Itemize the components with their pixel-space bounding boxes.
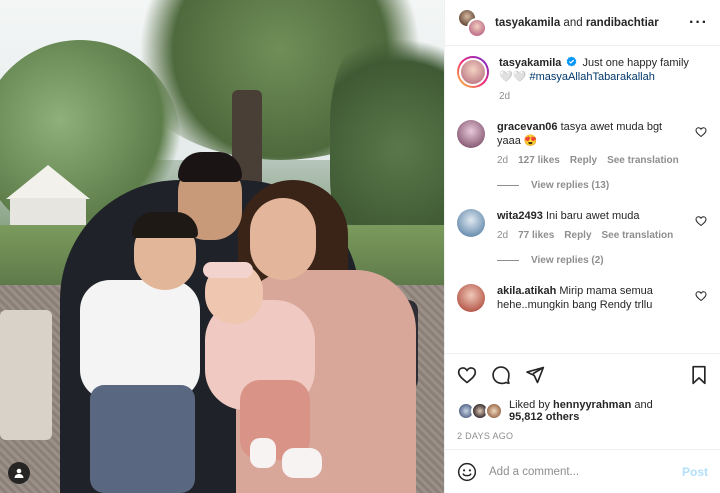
caption-age[interactable]: 2d [499, 90, 510, 104]
add-comment-bar: Post [445, 449, 720, 493]
post-timestamp[interactable]: 2 DAYS AGO [445, 427, 720, 449]
comment: akila.atikah Mirip mama semua hehe..mung… [457, 284, 708, 312]
heart-icon [457, 366, 477, 384]
comment-username[interactable]: wita2493 [497, 210, 543, 222]
verified-badge-icon [567, 56, 577, 67]
comment-likes[interactable]: 77 likes [518, 229, 554, 243]
comment-button[interactable] [491, 365, 511, 385]
send-icon [526, 366, 545, 383]
photo-boy-pants [90, 385, 195, 493]
reply-button[interactable]: Reply [570, 154, 597, 168]
comment-meta: 2d 77 likes Reply See translation [497, 229, 688, 243]
photo-woman-face [250, 198, 316, 280]
photo-boy-shirt [80, 280, 200, 400]
comment-username[interactable]: gracevan06 [497, 121, 558, 133]
comment-input[interactable] [489, 465, 682, 478]
photo-man-hair [178, 152, 242, 182]
comment-text: Ini baru awet muda [545, 210, 640, 222]
author-link[interactable]: tasyakamila [495, 17, 560, 29]
heart-icon[interactable] [694, 290, 708, 302]
view-replies-button[interactable]: View replies (2) [497, 255, 708, 266]
photo-baby-headband [203, 262, 253, 278]
post-side-panel: tasyakamila and randibachtiar ··· tasyak… [444, 0, 720, 493]
comment-body: wita2493 Ini baru awet muda 2d 77 likes … [497, 209, 688, 243]
photo-tent [6, 165, 90, 199]
tagged-users-button[interactable] [8, 462, 30, 484]
comment-likes[interactable]: 127 likes [518, 154, 560, 168]
likes-text: Liked by hennyyrahman and 95,812 others [509, 399, 653, 423]
post-photo[interactable] [0, 0, 444, 493]
post-modal: tasyakamila and randibachtiar ··· tasyak… [0, 0, 720, 493]
comment: wita2493 Ini baru awet muda 2d 77 likes … [457, 209, 708, 243]
emoji-icon [457, 462, 477, 481]
likes-summary: Liked by hennyyrahman and 95,812 others [445, 395, 720, 427]
likes-count[interactable]: 95,812 others [509, 411, 579, 423]
avatar [467, 17, 487, 38]
caption: tasyakamila Just one happy family 🤍🤍 #ma… [457, 56, 708, 104]
heart-icon[interactable] [694, 126, 708, 138]
view-replies-label: View replies (2) [531, 255, 604, 266]
post-authors: tasyakamila and randibachtiar [495, 17, 689, 29]
author-link[interactable]: randibachtiar [586, 17, 659, 29]
photo-cushion-left [0, 310, 52, 440]
avatar[interactable] [457, 120, 485, 148]
see-translation-button[interactable]: See translation [602, 229, 674, 243]
save-button[interactable] [690, 365, 708, 385]
comment: gracevan06 tasya awet muda bgt yaaa 😍 2d… [457, 120, 708, 168]
photo-baby-sock [282, 448, 322, 478]
post-header: tasyakamila and randibachtiar ··· [445, 0, 720, 46]
comments-list: tasyakamila Just one happy family 🤍🤍 #ma… [445, 46, 720, 353]
avatar[interactable] [457, 209, 485, 237]
avatar [485, 402, 503, 420]
post-comment-button[interactable]: Post [682, 465, 708, 479]
caption-meta: 2d [499, 90, 708, 104]
author-conj: and [563, 16, 583, 29]
share-button[interactable] [525, 365, 545, 385]
likes-prefix: Liked by [509, 399, 550, 411]
reply-button[interactable]: Reply [564, 229, 591, 243]
liker-avatars [457, 402, 503, 420]
heart-icon[interactable] [694, 215, 708, 227]
view-replies-button[interactable]: View replies (13) [497, 180, 708, 191]
view-replies-label: View replies (13) [531, 180, 610, 191]
avatar[interactable] [457, 284, 485, 312]
photo-baby-sock [250, 438, 276, 468]
see-translation-button[interactable]: See translation [607, 154, 679, 168]
caption-text: Just one happy family [582, 57, 689, 69]
comment-icon [492, 365, 510, 384]
caption-emoji: 🤍🤍 [499, 71, 527, 83]
likes-conj: and [634, 399, 653, 411]
photo-tent-base [10, 198, 86, 226]
emoji-button[interactable] [457, 462, 477, 482]
comment-body: akila.atikah Mirip mama semua hehe..mung… [497, 284, 688, 312]
photo-boy-hair [132, 212, 198, 238]
caption-username[interactable]: tasyakamila [499, 57, 561, 69]
comment-age[interactable]: 2d [497, 154, 508, 168]
avatar[interactable] [457, 56, 489, 88]
liker-username[interactable]: hennyyrahman [553, 399, 631, 411]
post-actions [445, 353, 720, 395]
like-button[interactable] [457, 365, 477, 385]
collab-avatars[interactable] [457, 7, 487, 38]
caption-body: tasyakamila Just one happy family 🤍🤍 #ma… [499, 56, 708, 104]
comment-age[interactable]: 2d [497, 229, 508, 243]
comment-body: gracevan06 tasya awet muda bgt yaaa 😍 2d… [497, 120, 688, 168]
comment-meta: 2d 127 likes Reply See translation [497, 154, 688, 168]
hashtag-link[interactable]: #masyaAllahTabarakallah [529, 71, 654, 83]
more-dots-icon[interactable]: ··· [689, 14, 708, 32]
bookmark-icon [692, 365, 706, 384]
comment-username[interactable]: akila.atikah [497, 285, 556, 297]
user-tag-icon [14, 468, 24, 478]
